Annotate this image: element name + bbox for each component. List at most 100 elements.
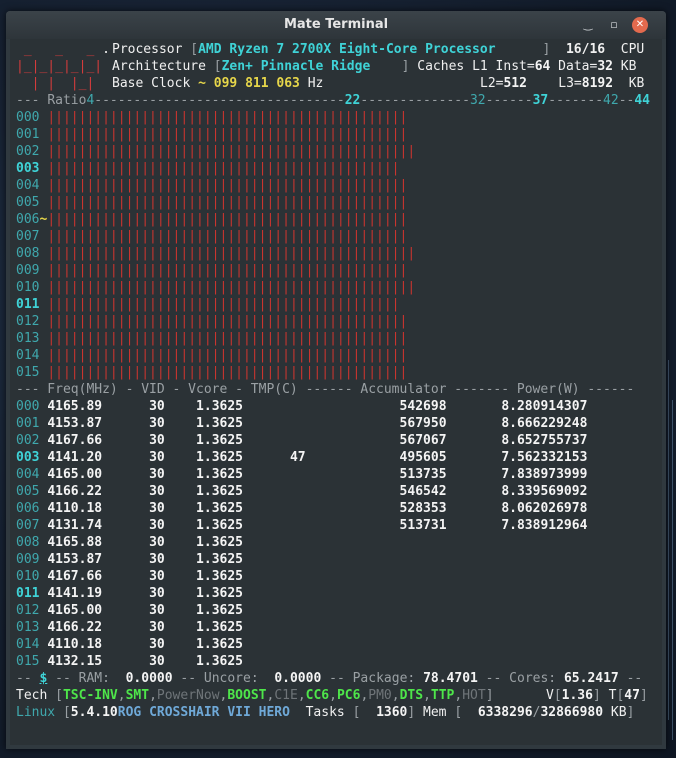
processor-line: Processor [AMD Ryzen 7 2700X Eight-Core … (112, 42, 645, 57)
vcore-value: 1.3625 (164, 552, 244, 567)
core-id: 001 (16, 416, 40, 431)
tasks-label: Tasks (305, 705, 345, 720)
power-value: 8.280914307 (446, 399, 588, 414)
mem-total: 32866980 (540, 705, 604, 720)
frequency-value: 4131.74 (47, 518, 103, 533)
wallpaper-line (672, 400, 673, 740)
ram-value: 0.0000 (125, 671, 173, 686)
core-id: 009 (16, 263, 40, 278)
vid-value: 30 (102, 484, 165, 499)
accumulator-value: 542698 (305, 399, 447, 414)
power-value: 7.562332153 (446, 450, 588, 465)
core-id: 012 (16, 314, 40, 329)
ratio-bar: ||||||||||||||||||||||||||||||||||||||||… (47, 297, 400, 312)
frequency-value: 4141.19 (47, 586, 103, 601)
power-value (447, 586, 588, 601)
core-id: 001 (16, 127, 40, 142)
core-id: 000 (16, 399, 40, 414)
ratio-row: 010 ||||||||||||||||||||||||||||||||||||… (16, 279, 415, 296)
terminal-content[interactable]: _ _ _ . |_|_|_|_|_| | | |_| Processor [A… (10, 39, 662, 745)
ratio-row: 009 ||||||||||||||||||||||||||||||||||||… (16, 262, 407, 279)
temp-value (243, 501, 306, 516)
vcore-value: 1.3625 (164, 620, 244, 635)
window-title: Mate Terminal (283, 17, 389, 32)
freq-row: 001 4153.87 30 1.3625 567950 8.666229248 (16, 415, 587, 432)
tasks-value: 1360 (376, 705, 408, 720)
vid-value: 30 (102, 501, 165, 516)
core-id: 007 (16, 518, 40, 533)
mem-label: Mem (423, 705, 447, 720)
ratio-row: 013 ||||||||||||||||||||||||||||||||||||… (16, 330, 407, 347)
frequency-big-digits: |_|_|_|_|_| (16, 59, 103, 74)
ratio-bar: ||||||||||||||||||||||||||||||||||||||||… (47, 365, 408, 380)
core-id: 004 (16, 178, 40, 193)
tech-flag: PowerNow (156, 688, 220, 703)
frequency-value: 4166.22 (47, 484, 103, 499)
vid-value: 30 (102, 433, 165, 448)
frequency-big-digits: | | |_| (16, 76, 103, 91)
base-clock-value: ~ 099 811 063 (198, 76, 300, 91)
ratio-bar: ||||||||||||||||||||||||||||||||||||||||… (47, 229, 408, 244)
frequency-value: 4167.66 (47, 433, 103, 448)
freq-row: 000 4165.89 30 1.3625 542698 8.280914307 (16, 398, 587, 415)
freq-row: 003 4141.20 30 1.3625 47 495605 7.562332… (16, 449, 587, 466)
ram-label: RAM: (78, 671, 110, 686)
core-id: 002 (16, 433, 40, 448)
board-name: ROG CROSSHAIR VII HERO (117, 705, 290, 720)
minimize-button[interactable]: ‿ (580, 17, 596, 33)
temp-value (243, 620, 306, 635)
core-id: 010 (16, 569, 40, 584)
tech-flag: BOOST (227, 688, 267, 703)
processor-name: AMD Ryzen 7 2700X Eight-Core Processor (198, 42, 496, 57)
ratio-bar: ||||||||||||||||||||||||||||||||||||||||… (47, 144, 416, 159)
uncore-value: 0.0000 (274, 671, 322, 686)
frequency-value: 4153.87 (47, 552, 103, 567)
vcore-value: 1.3625 (164, 467, 244, 482)
ratio-bar: ||||||||||||||||||||||||||||||||||||||||… (47, 263, 408, 278)
freq-row: 006 4110.18 30 1.3625 528353 8.062026978 (16, 500, 587, 517)
tech-flag: PM0 (368, 688, 392, 703)
vid-value: 30 (102, 637, 165, 652)
vid-value: 30 (102, 518, 165, 533)
uncore-label: Uncore: (203, 671, 259, 686)
ratio-bar: ||||||||||||||||||||||||||||||||||||||||… (47, 110, 408, 125)
temp-value (243, 518, 306, 533)
frequency-value: 4165.00 (47, 603, 103, 618)
freq-row: 012 4165.00 30 1.3625 (16, 602, 587, 619)
ratio-mark: 22 (344, 93, 361, 108)
maximize-button[interactable]: ▫ (606, 17, 622, 33)
core-id: 006 (16, 212, 40, 227)
architecture-line: Architecture [Zen+ Pinnacle Ridge ] Cach… (112, 59, 637, 74)
tech-flag: PC6 (336, 688, 361, 703)
tech-label: Tech (16, 688, 48, 703)
vid-value: 30 (102, 416, 165, 431)
tech-flag: C1E (274, 688, 298, 703)
terminal-window[interactable]: Mate Terminal ‿ ▫ ✕ _ _ _ . |_|_|_|_|_| … (6, 11, 666, 749)
power-value: 8.652755737 (446, 433, 588, 448)
vcore-value: 1.3625 (164, 416, 244, 431)
ratio-row: 012 ||||||||||||||||||||||||||||||||||||… (16, 313, 407, 330)
vid-value: 30 (102, 620, 165, 635)
vcore-value: 1.3625 (164, 433, 244, 448)
core-id: 012 (16, 603, 40, 618)
ratio-bar: ||||||||||||||||||||||||||||||||||||||||… (47, 314, 408, 329)
power-value (447, 552, 588, 567)
title-bar[interactable]: Mate Terminal ‿ ▫ ✕ (6, 11, 666, 39)
hz-unit: Hz (307, 76, 324, 91)
tech-line: Tech [TSC-INV,SMT,PowerNow,BOOST,C1E,CC6… (16, 688, 494, 703)
temp-value (243, 586, 306, 601)
temp-value (243, 399, 306, 414)
ratio-row: 003 ||||||||||||||||||||||||||||||||||||… (16, 160, 400, 177)
voltage-value: 1.36 (561, 688, 593, 703)
power-value (447, 569, 588, 584)
close-button[interactable]: ✕ (632, 17, 648, 33)
wallpaper-line (668, 360, 669, 720)
temp-value (243, 637, 306, 652)
accumulator-value (306, 603, 447, 618)
core-id: 006 (16, 501, 40, 516)
temp-value (243, 484, 306, 499)
temp-value (243, 552, 306, 567)
ratio-mark: 44 (634, 93, 651, 108)
vcore-value: 1.3625 (164, 399, 244, 414)
temp-value (243, 569, 306, 584)
